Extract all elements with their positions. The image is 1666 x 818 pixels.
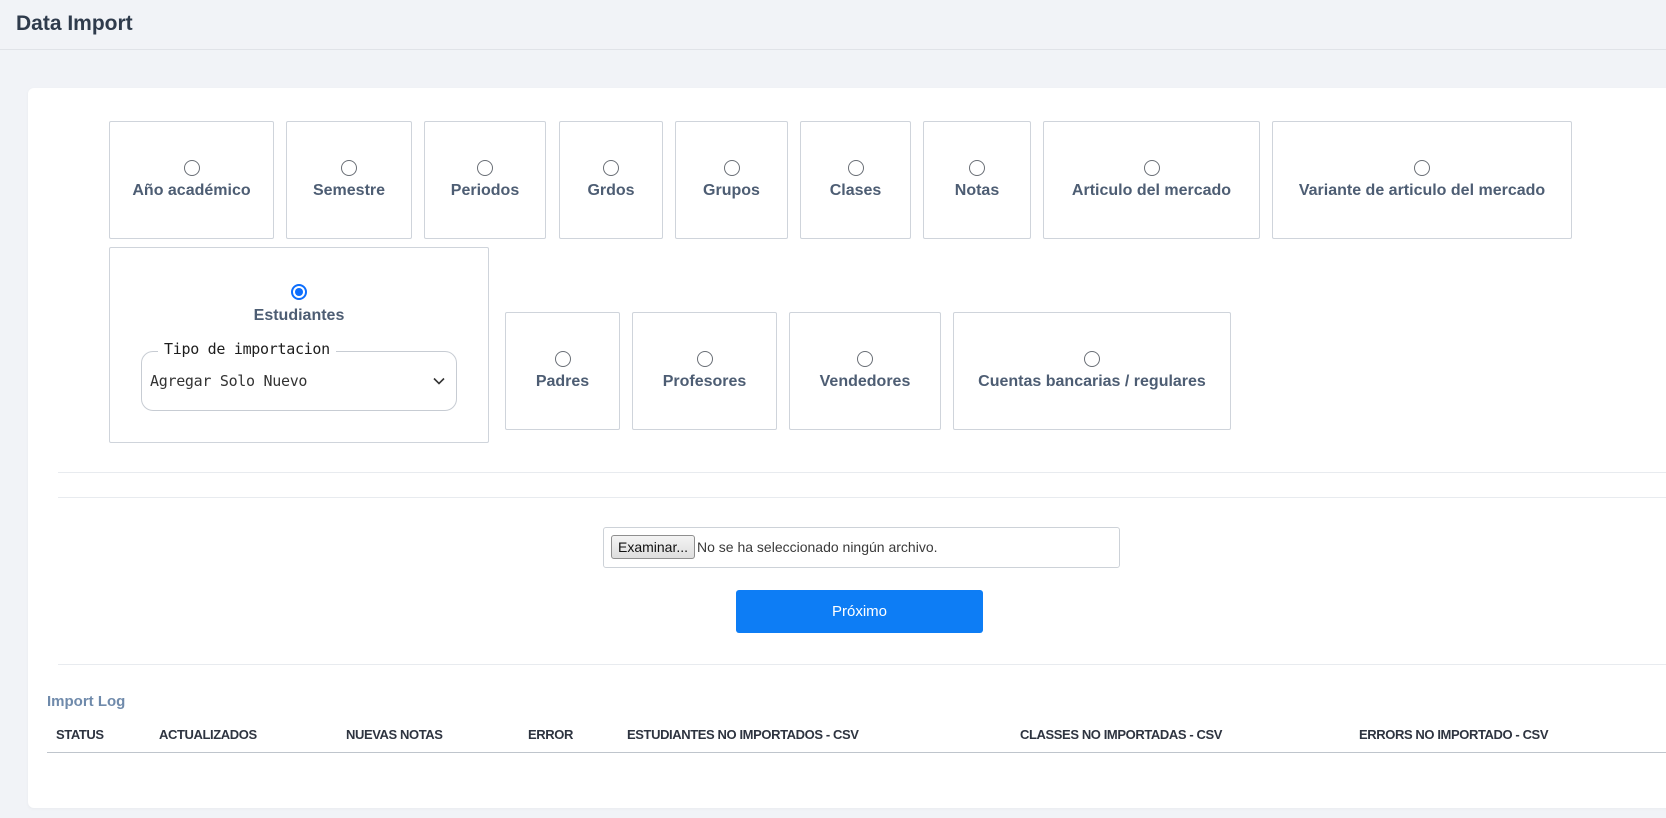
option-label: Estudiantes [253,307,345,324]
option-notas[interactable]: Notas [923,121,1031,239]
divider [58,497,1666,498]
radio-grdos[interactable] [603,160,619,176]
column-header-errors-csv: ERRORS NO IMPORTADO - CSV [1359,727,1549,742]
radio-semestre[interactable] [341,160,357,176]
radio-periodos[interactable] [477,160,493,176]
option-grdos[interactable]: Grdos [559,121,663,239]
option-estudiantes[interactable]: Estudiantes Tipo de importacion Agregar … [109,247,489,443]
import-mode-value: Agregar Solo Nuevo [150,372,308,390]
radio-cuentas-bancarias[interactable] [1084,351,1100,367]
radio-articulo-mercado[interactable] [1143,160,1160,176]
radio-clases[interactable] [847,160,864,176]
option-periodos[interactable]: Periodos [424,121,546,239]
option-label: Cuentas bancarias / regulares [978,373,1206,390]
column-header-actualizados: ACTUALIZADOS [159,727,257,742]
option-cuentas-bancarias[interactable]: Cuentas bancarias / regulares [953,312,1231,430]
option-label: Notas [954,182,1000,199]
divider [58,472,1666,473]
radio-grupos[interactable] [723,160,740,176]
browse-button[interactable]: Examinar... [611,535,696,559]
import-mode-select[interactable]: Tipo de importacion Agregar Solo Nuevo [141,340,457,411]
radio-notas[interactable] [969,160,985,176]
next-button[interactable]: Próximo [736,590,983,633]
file-input[interactable]: Examinar... No se ha seleccionado ningún… [603,527,1120,568]
option-label: Variante de articulo del mercado [1298,182,1546,199]
column-header-error: ERROR [528,727,573,742]
radio-estudiantes[interactable] [291,284,307,300]
option-clases[interactable]: Clases [800,121,911,239]
option-label: Articulo del mercado [1071,182,1232,199]
radio-vendedores[interactable] [857,351,873,367]
option-label: Grdos [587,182,635,199]
option-label: Profesores [662,373,747,390]
divider [58,664,1666,665]
column-header-status: STATUS [56,727,104,742]
option-variante-articulo[interactable]: Variante de articulo del mercado [1272,121,1572,239]
file-status: No se ha seleccionado ningún archivo. [697,539,938,555]
import-card: Año académico Semestre Periodos Grdos Gr… [28,88,1666,808]
option-label: Grupos [703,182,760,199]
option-label: Periodos [450,182,520,199]
column-header-estudiantes-csv: ESTUDIANTES NO IMPORTADOS - CSV [627,727,859,742]
option-label: Año académico [132,182,251,199]
page-title: Data Import [16,12,133,35]
radio-ano-academico[interactable] [183,160,200,176]
option-ano-academico[interactable]: Año académico [109,121,274,239]
table-header-border [47,752,1666,753]
option-profesores[interactable]: Profesores [632,312,777,430]
option-articulo-mercado[interactable]: Articulo del mercado [1043,121,1260,239]
option-vendedores[interactable]: Vendedores [789,312,941,430]
option-grupos[interactable]: Grupos [675,121,788,239]
option-label: Padres [535,373,590,390]
option-padres[interactable]: Padres [505,312,620,430]
option-label: Vendedores [819,373,911,390]
import-mode-legend: Tipo de importacion [158,340,336,358]
page-header: Data Import [0,0,1666,50]
option-semestre[interactable]: Semestre [286,121,412,239]
radio-padres[interactable] [554,351,571,367]
option-label: Semestre [312,182,386,199]
column-header-nuevas-notas: NUEVAS NOTAS [346,727,443,742]
import-log-title: Import Log [47,693,126,710]
radio-profesores[interactable] [696,351,713,367]
radio-variante-articulo[interactable] [1414,160,1430,176]
option-label: Clases [829,182,882,199]
chevron-down-icon [433,377,445,385]
column-header-classes-csv: CLASSES NO IMPORTADAS - CSV [1020,727,1223,742]
